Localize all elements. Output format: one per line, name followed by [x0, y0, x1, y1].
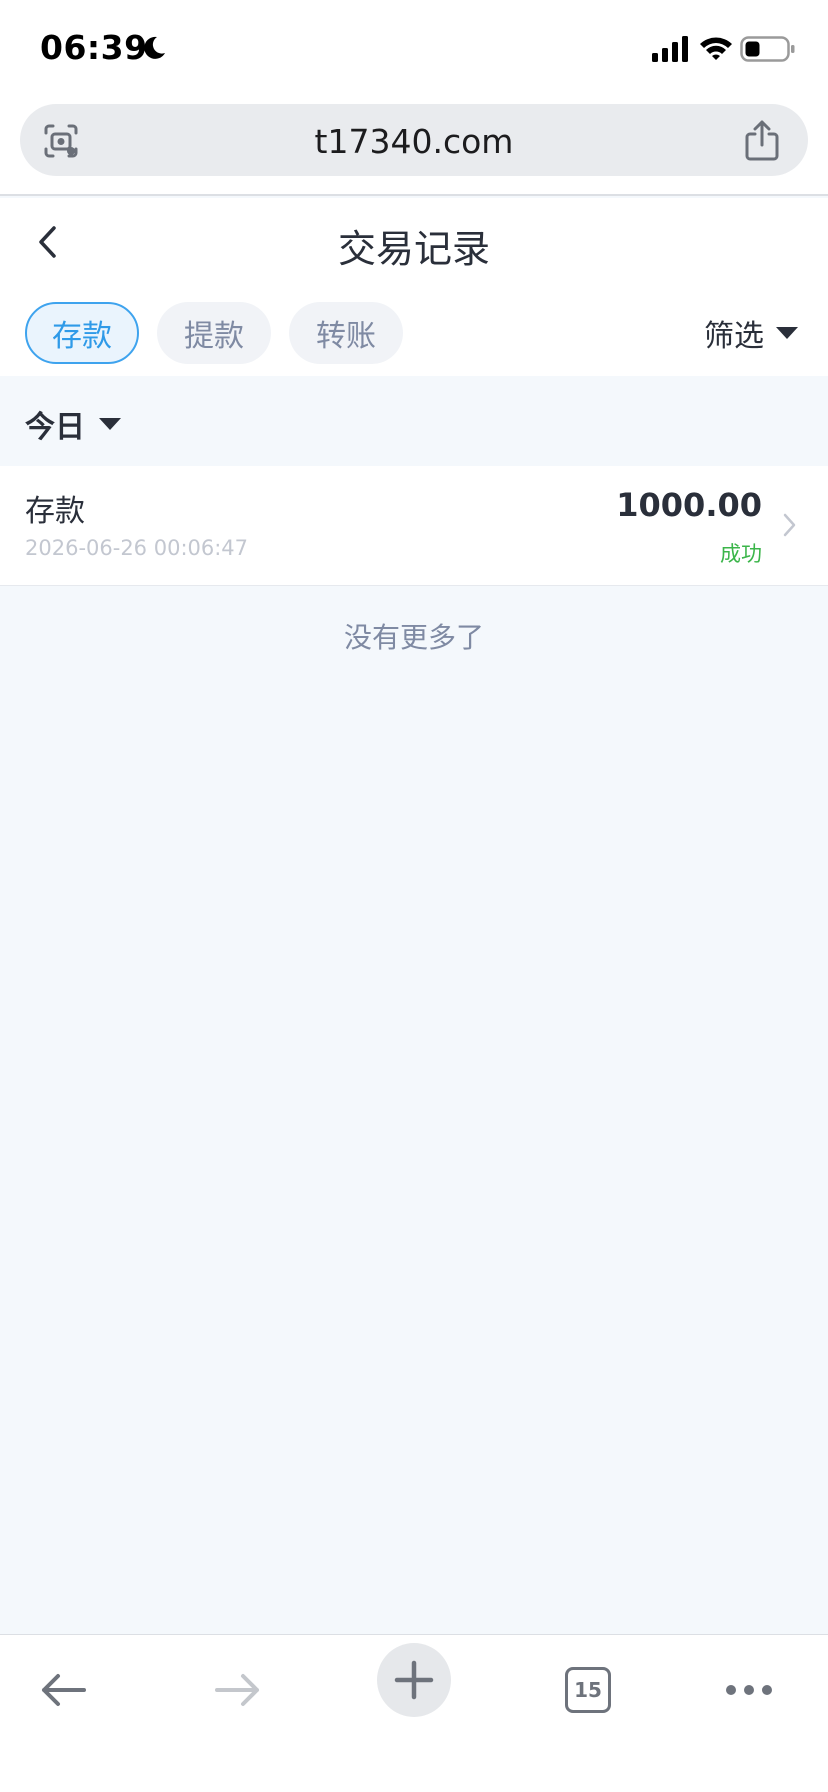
tabs-count: 15 — [574, 1678, 602, 1702]
date-range-label: 今日 — [25, 410, 85, 445]
transaction-type-tabs: 存款 提款 转账 — [25, 302, 403, 364]
filter-label: 筛选 — [704, 319, 764, 354]
url-text: t17340.com — [314, 122, 514, 161]
caret-down-icon — [776, 327, 798, 339]
signal-icon — [652, 36, 688, 62]
transaction-type: 存款 — [25, 494, 85, 529]
more-menu-button[interactable] — [704, 1645, 794, 1735]
battery-icon — [740, 36, 795, 62]
browser-back-button[interactable] — [18, 1645, 108, 1735]
status-time: 06:39 — [40, 28, 148, 67]
transaction-status: 成功 — [720, 542, 762, 566]
tab-deposit[interactable]: 存款 — [25, 302, 139, 364]
wifi-icon — [700, 37, 732, 60]
browser-toolbar: 15 — [0, 1634, 828, 1792]
moon-icon — [144, 36, 165, 59]
url-field[interactable]: t17340.com — [20, 104, 808, 176]
tab-withdraw[interactable]: 提款 — [157, 302, 271, 364]
tab-transfer[interactable]: 转账 — [289, 302, 403, 364]
filter-button[interactable]: 筛选 — [704, 308, 798, 358]
status-bar: 06:39 — [0, 0, 828, 96]
chevron-right-icon — [783, 513, 796, 537]
new-tab-button[interactable] — [377, 1643, 451, 1717]
share-icon[interactable] — [744, 118, 780, 162]
plus-icon — [394, 1660, 434, 1700]
transaction-time: 2026-06-26 00:06:47 — [25, 536, 249, 560]
date-range-selector[interactable]: 今日 — [25, 402, 121, 446]
transaction-amount: 1000.00 — [616, 486, 762, 524]
tabs-overview-button[interactable]: 15 — [543, 1645, 633, 1735]
date-group-header: 今日 — [0, 376, 828, 466]
transaction-row[interactable]: 存款 2026-06-26 00:06:47 1000.00 成功 — [0, 466, 828, 586]
page-title: 交易记录 — [337, 227, 490, 271]
screen: 06:39 t17340.com 交易记录 存款 提款 转账 筛选 今日 存款 … — [0, 0, 828, 1792]
tabs-icon: 15 — [565, 1667, 611, 1713]
caret-down-icon — [99, 418, 121, 430]
browser-forward-button[interactable] — [193, 1645, 283, 1735]
arrow-right-icon — [215, 1674, 259, 1706]
more-icon — [726, 1685, 772, 1695]
no-more-text: 没有更多了 — [343, 621, 484, 654]
arrow-left-icon — [42, 1674, 86, 1706]
browser-address-bar: t17340.com — [0, 96, 828, 196]
